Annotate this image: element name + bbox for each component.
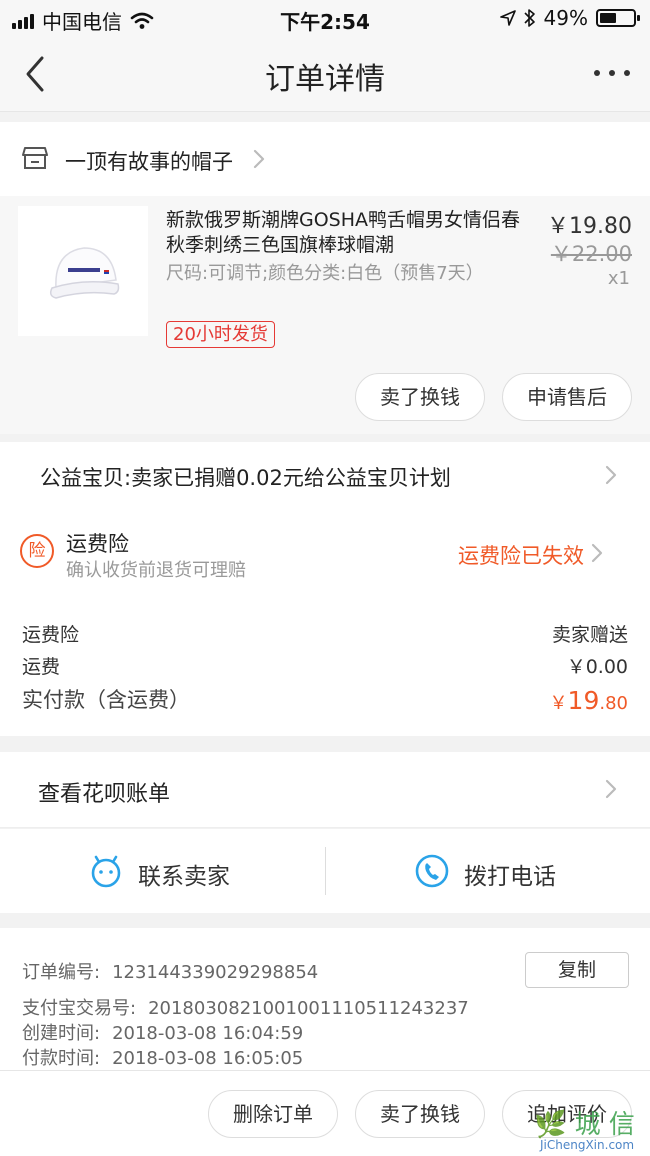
product-quantity: x1 (607, 268, 630, 289)
watermark-logo: 🌿 城 信 (534, 1110, 635, 1140)
order-info: 订单编号: 123144339029298854 复制 支付宝交易号: 201803… (0, 928, 650, 1070)
after-sale-button[interactable]: 申请售后 (502, 373, 632, 421)
location-arrow-icon (499, 10, 516, 26)
bluetooth-icon (523, 9, 535, 27)
total-currency: ￥ (549, 693, 568, 714)
alipay-trade-row: 支付宝交易号: 2018030821001001110511243237 (22, 994, 469, 1020)
order-number-label: 订单编号: (22, 962, 101, 983)
call-label: 拨打电话 (464, 864, 556, 890)
total-integer: 19 (567, 686, 600, 715)
chevron-right-icon (591, 543, 603, 563)
order-number-value: 123144339029298854 (112, 962, 319, 983)
insurance-subtitle: 确认收货前退货可理赔 (66, 560, 246, 581)
delete-order-button[interactable]: 删除订单 (208, 1090, 338, 1138)
contact-bar: 联系卖家 拨打电话 (0, 829, 650, 913)
more-dot-icon (609, 70, 615, 76)
total-paid-row: 实付款（含运费） ￥19.80 (22, 684, 628, 715)
product-price: ￥19.80 (547, 214, 632, 239)
chevron-right-icon (605, 779, 617, 799)
nav-bar: 订单详情 (0, 36, 650, 112)
phone-icon (415, 854, 449, 888)
shop-icon (22, 147, 48, 169)
paid-time-value: 2018-03-08 16:05:05 (112, 1048, 304, 1069)
product-original-price: ￥22.00 (550, 242, 632, 266)
paid-time-label: 付款时间: (22, 1048, 101, 1069)
shipping-insurance-row[interactable]: 险 运费险 确认收货前退货可理赔 运费险已失效 (0, 514, 650, 596)
contact-seller-label: 联系卖家 (138, 864, 230, 890)
order-number-row: 订单编号: 123144339029298854 (22, 958, 318, 984)
fee-label: 运费 (22, 656, 61, 678)
paid-time-row: 付款时间: 2018-03-08 16:05:05 (22, 1044, 303, 1070)
call-button[interactable]: 拨打电话 (325, 847, 650, 895)
copy-order-number-button[interactable]: 复制 (525, 952, 629, 988)
charity-text: 公益宝贝:卖家已捐赠0.02元给公益宝贝计划 (40, 466, 451, 490)
insurance-status[interactable]: 运费险已失效 (458, 540, 584, 570)
battery-level (600, 13, 616, 23)
total-paid-label: 实付款（含运费） (22, 688, 190, 712)
chevron-right-icon (605, 465, 617, 485)
product-name[interactable]: 新款俄罗斯潮牌GOSHA鸭舌帽男女情侣春秋季刺绣三色国旗棒球帽潮 (166, 208, 526, 258)
huabei-bill-row[interactable]: 查看花呗账单 (0, 752, 650, 828)
insurance-icon: 险 (20, 534, 54, 568)
fee-row-shipping: 运费 ￥0.00 (22, 652, 628, 679)
huabei-bill-text: 查看花呗账单 (38, 782, 171, 807)
sell-item-button[interactable]: 卖了换钱 (355, 373, 485, 421)
battery-icon (596, 9, 640, 27)
contact-seller-button[interactable]: 联系卖家 (0, 829, 325, 913)
fee-label: 运费险 (22, 624, 80, 646)
cap-image-icon (49, 247, 120, 299)
shipping-badge: 20小时发货 (166, 321, 275, 348)
battery-percent: 49% (543, 6, 588, 30)
page-title: 订单详情 (265, 62, 385, 97)
created-time-row: 创建时间: 2018-03-08 16:04:59 (22, 1019, 303, 1045)
order-item[interactable]: 新款俄罗斯潮牌GOSHA鸭舌帽男女情侣春秋季刺绣三色国旗棒球帽潮 尺码:可调节;… (0, 196, 650, 434)
more-dot-icon (594, 70, 600, 76)
watermark: 🌿 城 信 JiChengXin.com (530, 1104, 648, 1154)
more-dot-icon (624, 70, 630, 76)
shop-row[interactable]: 一顶有故事的帽子 (0, 122, 650, 196)
alipay-trade-value: 2018030821001001110511243237 (148, 998, 469, 1019)
watermark-url: JiChengXin.com (540, 1138, 635, 1152)
created-time-label: 创建时间: (22, 1023, 101, 1044)
sell-button[interactable]: 卖了换钱 (355, 1090, 485, 1138)
product-thumbnail[interactable] (18, 206, 148, 336)
fee-row-insurance: 运费险 卖家赠送 (22, 620, 628, 647)
total-paid-amount: ￥19.80 (550, 686, 628, 715)
insurance-title: 运费险 (66, 532, 129, 556)
more-menu-button[interactable] (594, 58, 630, 88)
product-spec: 尺码:可调节;颜色分类:白色（预售7天） (166, 263, 484, 284)
chat-icon (91, 855, 121, 888)
fee-value: 卖家赠送 (551, 624, 628, 646)
status-bar: 中国电信 下午2:54 49% (0, 0, 650, 36)
alipay-trade-label: 支付宝交易号: (22, 998, 137, 1019)
shop-name[interactable]: 一顶有故事的帽子 (65, 146, 233, 176)
charity-row[interactable]: 公益宝贝:卖家已捐赠0.02元给公益宝贝计划 (0, 442, 650, 514)
created-time-value: 2018-03-08 16:04:59 (112, 1023, 304, 1044)
status-right: 49% (499, 6, 640, 30)
fee-value: ￥0.00 (566, 656, 628, 678)
fee-summary: 运费险 卖家赠送 运费 ￥0.00 实付款（含运费） ￥19.80 (0, 596, 650, 736)
total-decimal: .80 (599, 693, 628, 714)
chevron-right-icon (253, 149, 265, 169)
